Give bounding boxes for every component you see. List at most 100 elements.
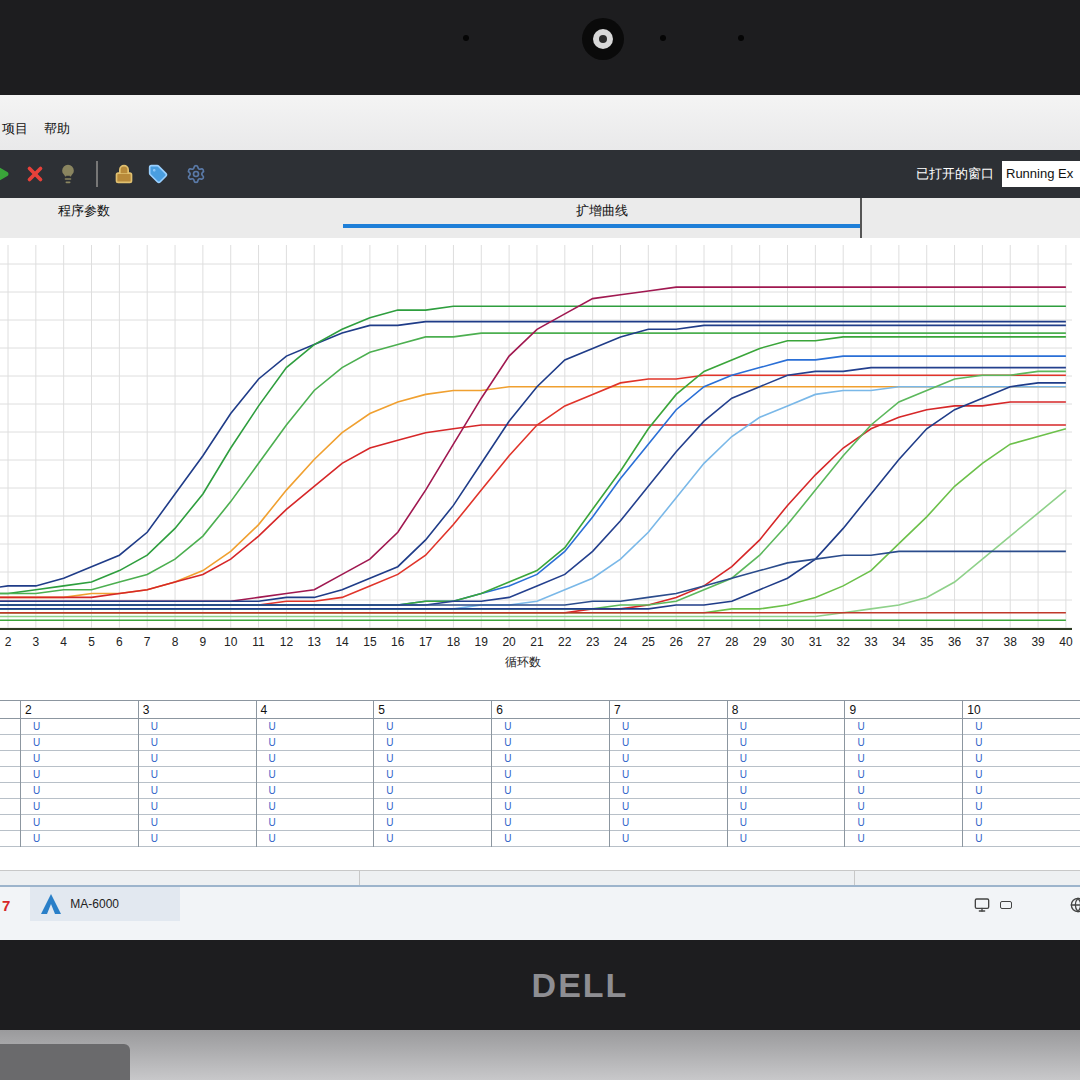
table-cell[interactable]: U (21, 767, 138, 783)
table-cell[interactable]: U (728, 751, 845, 767)
table-cell[interactable]: U (139, 719, 256, 735)
table-cell[interactable]: U (610, 719, 727, 735)
globe-icon[interactable] (1070, 897, 1080, 913)
table-cell[interactable]: U (21, 815, 138, 831)
amplification-curve[interactable] (0, 387, 1066, 609)
menu-item[interactable]: 帮助 (44, 119, 70, 139)
table-cell[interactable]: U (492, 815, 609, 831)
table-cell[interactable]: U (139, 831, 256, 847)
amplification-curve[interactable] (0, 287, 1066, 601)
table-cell[interactable]: U (963, 719, 1080, 735)
table-cell[interactable]: U (963, 799, 1080, 815)
table-cell[interactable]: U (21, 719, 138, 735)
table-cell[interactable]: U (492, 751, 609, 767)
table-cell[interactable]: U (21, 799, 138, 815)
table-cell[interactable]: U (845, 751, 962, 767)
bulb-icon[interactable] (58, 164, 78, 184)
taskbar-item[interactable]: MA-6000 (30, 887, 180, 921)
table-cell[interactable]: U (845, 735, 962, 751)
table-cell[interactable]: U (963, 831, 1080, 847)
table-cell[interactable]: U (728, 815, 845, 831)
gear-icon[interactable] (186, 164, 206, 184)
table-cell[interactable]: U (139, 735, 256, 751)
table-cell[interactable]: U (728, 767, 845, 783)
table-cell[interactable]: U (492, 799, 609, 815)
stop-icon[interactable] (24, 163, 46, 185)
amplification-curve[interactable] (0, 306, 1066, 593)
table-cell[interactable]: U (257, 831, 374, 847)
table-cell[interactable]: U (139, 815, 256, 831)
amplification-curve[interactable] (0, 402, 1066, 613)
tag-icon[interactable] (148, 164, 168, 184)
run-icon[interactable] (0, 165, 10, 183)
table-cell[interactable]: U (728, 831, 845, 847)
table-cell[interactable]: U (21, 783, 138, 799)
table-cell[interactable]: U (610, 799, 727, 815)
table-cell[interactable]: U (963, 815, 1080, 831)
table-cell[interactable]: U (257, 815, 374, 831)
amplification-curve[interactable] (0, 375, 1066, 605)
table-cell[interactable]: U (21, 735, 138, 751)
amplification-curve[interactable] (0, 333, 1066, 593)
amplification-curve[interactable] (0, 322, 1066, 590)
table-cell[interactable]: U (139, 767, 256, 783)
table-cell[interactable]: U (845, 783, 962, 799)
table-cell[interactable]: U (374, 751, 491, 767)
table-cell[interactable]: U (610, 751, 727, 767)
table-cell[interactable]: U (374, 767, 491, 783)
table-cell[interactable]: U (257, 799, 374, 815)
table-cell[interactable]: U (845, 815, 962, 831)
table-cell[interactable]: U (610, 783, 727, 799)
amplification-curve[interactable] (0, 368, 1066, 605)
table-cell[interactable]: U (257, 735, 374, 751)
lock-icon[interactable] (114, 164, 134, 184)
table-cell[interactable]: U (610, 815, 727, 831)
table-cell[interactable]: U (374, 815, 491, 831)
table-cell[interactable]: U (492, 719, 609, 735)
table-cell[interactable]: U (845, 719, 962, 735)
amplification-curve[interactable] (0, 619, 1066, 621)
table-cell[interactable]: U (610, 831, 727, 847)
table-cell[interactable]: U (963, 783, 1080, 799)
amplification-curve[interactable] (0, 551, 1066, 605)
table-cell[interactable]: U (21, 831, 138, 847)
table-cell[interactable]: U (492, 735, 609, 751)
table-cell[interactable]: U (257, 751, 374, 767)
table-cell[interactable]: U (257, 783, 374, 799)
table-cell[interactable]: U (728, 799, 845, 815)
table-cell[interactable]: U (257, 767, 374, 783)
table-cell[interactable]: U (374, 799, 491, 815)
amplification-curve[interactable] (0, 490, 1066, 616)
amplification-curve[interactable] (0, 383, 1066, 609)
open-windows-dropdown[interactable]: Running Ex (1002, 161, 1080, 187)
amplification-curve[interactable] (0, 371, 1066, 609)
amplification-curve[interactable] (0, 325, 1066, 601)
table-cell[interactable]: U (610, 767, 727, 783)
table-cell[interactable]: U (374, 831, 491, 847)
amplification-curve[interactable] (0, 356, 1066, 605)
table-cell[interactable]: U (492, 783, 609, 799)
monitor-icon[interactable] (974, 897, 990, 913)
table-cell[interactable]: U (728, 783, 845, 799)
table-cell[interactable]: U (845, 799, 962, 815)
table-cell[interactable]: U (610, 735, 727, 751)
table-cell[interactable]: U (374, 735, 491, 751)
tray-icon[interactable] (1000, 901, 1012, 909)
table-cell[interactable]: U (728, 719, 845, 735)
table-cell[interactable]: U (374, 719, 491, 735)
table-cell[interactable]: U (21, 751, 138, 767)
table-cell[interactable]: U (963, 767, 1080, 783)
table-cell[interactable]: U (139, 751, 256, 767)
table-cell[interactable]: U (963, 735, 1080, 751)
table-cell[interactable]: U (257, 719, 374, 735)
amplification-curve[interactable] (0, 387, 1066, 598)
amplification-curve[interactable] (0, 612, 1066, 614)
amplification-curve[interactable] (0, 429, 1066, 613)
tab[interactable]: 扩增曲线 (343, 198, 862, 238)
table-cell[interactable]: U (492, 767, 609, 783)
table-cell[interactable]: U (374, 783, 491, 799)
table-cell[interactable]: U (728, 735, 845, 751)
table-cell[interactable]: U (139, 799, 256, 815)
amplification-curve[interactable] (0, 337, 1066, 605)
menu-item[interactable]: 项目 (2, 119, 28, 139)
